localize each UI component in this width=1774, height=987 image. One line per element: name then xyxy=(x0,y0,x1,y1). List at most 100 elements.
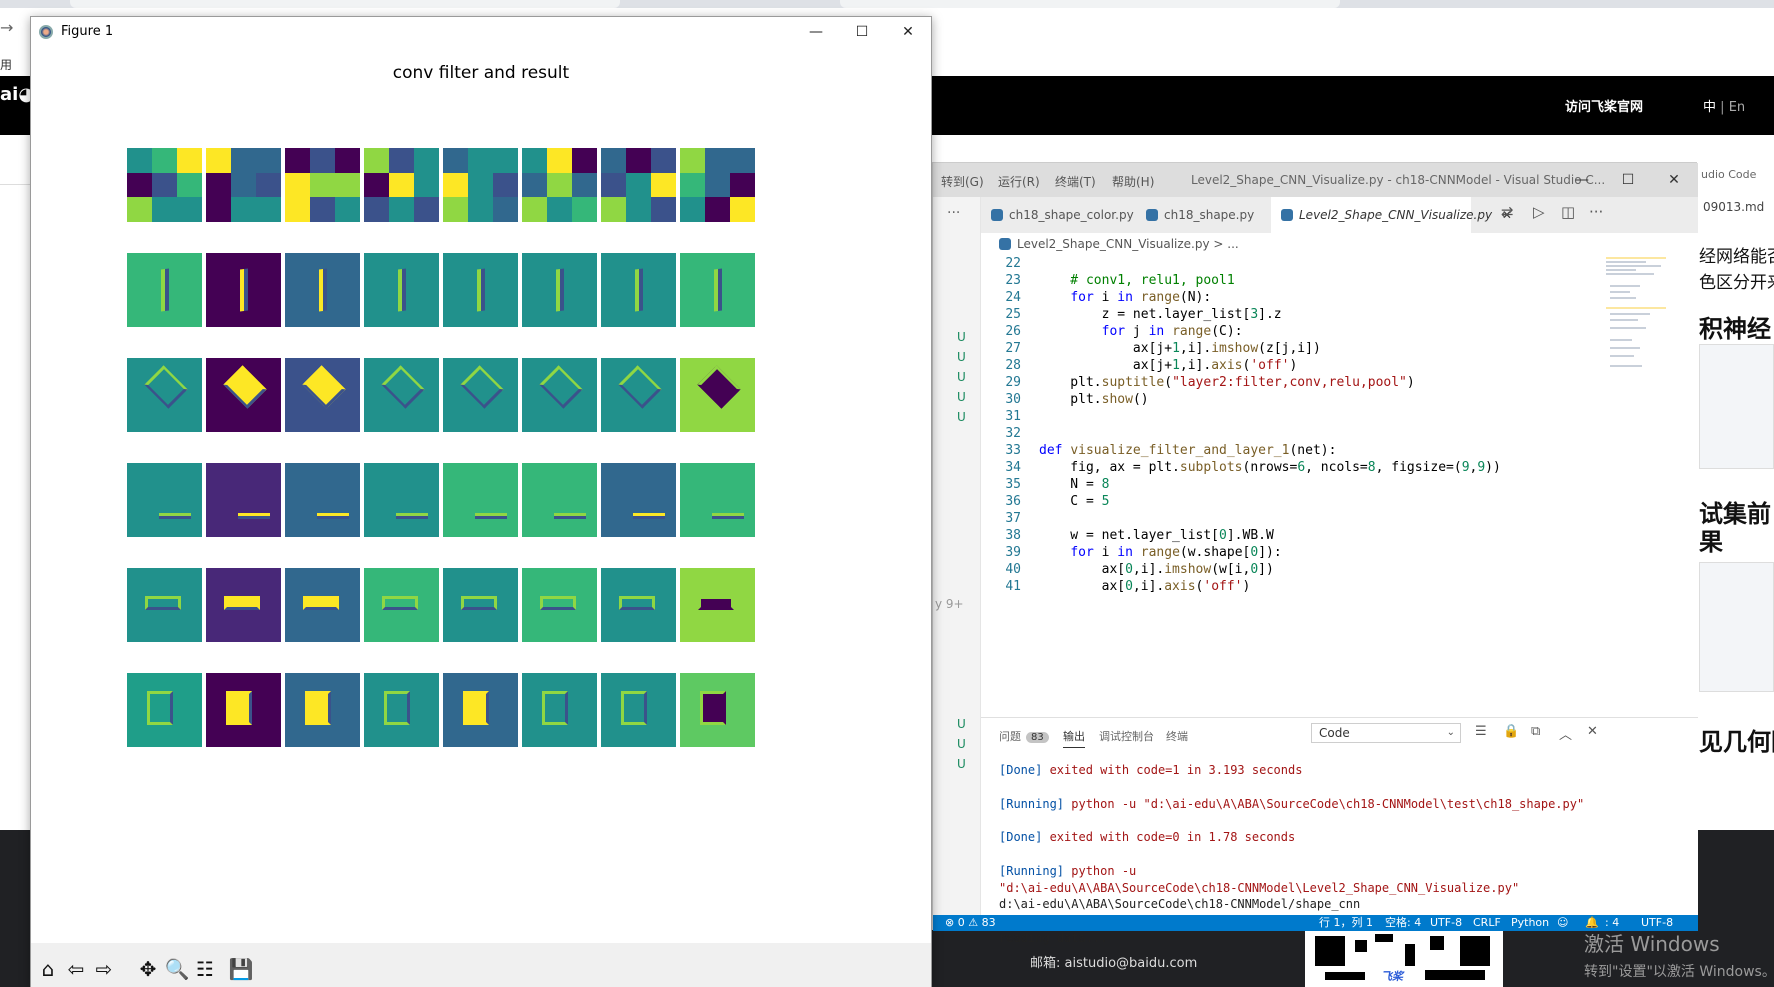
feature-map-shape xyxy=(460,365,504,409)
menu-help[interactable]: 帮助(H) xyxy=(1112,173,1154,190)
more-icon[interactable]: ··· xyxy=(1589,203,1603,221)
indentation-status[interactable]: 空格: 4 xyxy=(1385,915,1421,931)
code-line[interactable]: 31 xyxy=(981,408,1039,425)
tab-problems[interactable]: 问题 83 xyxy=(999,728,1049,744)
compare-icon[interactable]: ⇄ xyxy=(1501,203,1514,221)
encoding-status[interactable]: UTF-8 xyxy=(1430,915,1462,931)
clear-output-icon[interactable]: ⧉ xyxy=(1531,724,1540,739)
configure-icon[interactable]: ☷ xyxy=(192,956,218,982)
more-actions-icon[interactable]: ··· xyxy=(947,205,960,221)
forward-icon[interactable]: ⇨ xyxy=(91,956,117,982)
feedback-icon[interactable]: ☺ xyxy=(1557,915,1568,931)
feature-map-shape xyxy=(461,596,497,610)
code-line[interactable]: 24 for i in range(N): xyxy=(981,289,1211,306)
close-icon[interactable]: ✕ xyxy=(885,17,931,48)
code-line[interactable]: 23 # conv1, relu1, pool1 xyxy=(981,272,1234,289)
output-channel-select[interactable]: Code ⌄ xyxy=(1311,723,1461,743)
cursor-position-status[interactable]: 行 1，列 1 xyxy=(1319,915,1373,931)
code-line[interactable]: 36 C = 5 xyxy=(981,493,1109,510)
code-line[interactable]: 26 for j in range(C): xyxy=(981,323,1243,340)
python-file-icon xyxy=(991,209,1003,221)
maximize-panel-icon[interactable]: ︿ xyxy=(1559,724,1572,743)
lang-en-link[interactable]: En xyxy=(1729,100,1745,115)
close-panel-icon[interactable]: ✕ xyxy=(1587,724,1598,739)
code-line[interactable]: 40 ax[0,i].imshow(w[i,0]) xyxy=(981,561,1274,578)
indentation-status-2[interactable]: : 4 xyxy=(1605,915,1619,931)
code-line[interactable]: 34 fig, ax = plt.subplots(nrows=6, ncols… xyxy=(981,459,1500,476)
back-icon[interactable]: ⇦ xyxy=(63,956,89,982)
code-line[interactable]: 30 plt.show() xyxy=(981,391,1148,408)
untracked-badge: U xyxy=(957,390,966,404)
navigation-toolbar: ⌂ ⇦ ⇨ ✥ 🔍 ☷ 💾 xyxy=(31,943,931,987)
code-line[interactable]: 32 xyxy=(981,425,1039,442)
eol-status[interactable]: CRLF xyxy=(1473,915,1501,931)
minimize-icon[interactable]: — xyxy=(793,17,839,48)
minimize-icon[interactable]: — xyxy=(1559,163,1605,197)
code-line[interactable]: 38 w = net.layer_list[0].WB.W xyxy=(981,527,1273,544)
code-editor[interactable]: 22 23 # conv1, relu1, pool1 24 for i in ra… xyxy=(981,255,1698,717)
maximize-icon[interactable]: ☐ xyxy=(839,17,885,48)
tab-ch18-shape-color[interactable]: ch18_shape_color.py xyxy=(981,197,1134,233)
browser-tab[interactable] xyxy=(840,0,1340,8)
feature-map-shape xyxy=(147,691,173,725)
list-filter-icon[interactable]: ☰ xyxy=(1475,724,1487,739)
code-line[interactable]: 27 ax[j+1,i].imshow(z[j,i]) xyxy=(981,340,1320,357)
menu-goto[interactable]: 转到(G) xyxy=(941,173,984,190)
result-subplot xyxy=(285,253,360,327)
result-subplot xyxy=(601,253,676,327)
close-icon[interactable]: ✕ xyxy=(1651,163,1697,197)
split-editor-icon[interactable]: ◫ xyxy=(1561,203,1575,221)
menu-terminal[interactable]: 终端(T) xyxy=(1055,173,1096,190)
browser-tab[interactable] xyxy=(70,0,620,8)
visit-paddle-link[interactable]: 访问飞桨官网 xyxy=(1565,96,1643,115)
code-text: for j in range(C): xyxy=(1101,324,1243,339)
md-filename[interactable]: 09013.md xyxy=(1703,200,1764,214)
home-icon[interactable]: ⌂ xyxy=(35,956,61,982)
feature-map-shape xyxy=(240,268,248,312)
tab-output[interactable]: 输出 xyxy=(1063,728,1085,748)
lock-icon[interactable]: 🔒 xyxy=(1503,724,1519,739)
result-subplot xyxy=(443,568,518,642)
editor-tabs: ch18_shape_color.py ch18_shape.py Level2… xyxy=(981,197,1698,233)
code-line[interactable]: 37 xyxy=(981,510,1039,527)
tab-level2-visualize[interactable]: Level2_Shape_CNN_Visualize.py ✕ xyxy=(1271,197,1512,233)
code-line[interactable]: 22 xyxy=(981,255,1039,272)
bookmarks-apps[interactable]: 用 xyxy=(0,56,12,73)
line-number: 30 xyxy=(1005,392,1021,407)
tab-ch18-shape[interactable]: ch18_shape.py xyxy=(1136,197,1266,233)
pan-icon[interactable]: ✥ xyxy=(135,956,161,982)
code-text: ax[0,i].imshow(w[i,0]) xyxy=(1039,562,1274,577)
output-channel-value: Code xyxy=(1319,726,1350,740)
feature-map-shape xyxy=(463,691,489,725)
untracked-badge: U xyxy=(957,737,966,751)
figure-window: Figure 1 — ☐ ✕ conv filter and result ⌂ … xyxy=(30,16,932,987)
zoom-icon[interactable]: 🔍 xyxy=(164,956,190,982)
filter-subplot xyxy=(127,148,202,222)
code-line[interactable]: 28 ax[j+1,i].axis('off') xyxy=(981,357,1297,374)
tab-terminal[interactable]: 终端 xyxy=(1166,728,1188,744)
result-subplot xyxy=(364,463,439,537)
save-icon[interactable]: 💾 xyxy=(228,956,254,982)
minimap[interactable] xyxy=(1606,255,1672,385)
encoding-status-2[interactable]: UTF-8 xyxy=(1641,915,1673,931)
run-icon[interactable]: ▷ xyxy=(1533,203,1545,221)
code-line[interactable]: 39 for i in range(w.shape[0]): xyxy=(981,544,1281,561)
tab-debug-console[interactable]: 调试控制台 xyxy=(1099,728,1154,744)
code-line[interactable]: 41 ax[0,i].axis('off') xyxy=(981,578,1250,595)
menu-run[interactable]: 运行(R) xyxy=(998,173,1040,190)
maximize-icon[interactable]: ☐ xyxy=(1605,163,1651,197)
editor-scrollbar[interactable] xyxy=(1681,255,1695,717)
code-line[interactable]: 33 def visualize_filter_and_layer_1(net): xyxy=(981,442,1336,459)
lang-cn-link[interactable]: 中 xyxy=(1703,100,1716,115)
forward-icon[interactable]: → xyxy=(0,18,13,37)
breadcrumb[interactable]: Level2_Shape_CNN_Visualize.py > ... xyxy=(981,233,1698,255)
errors-warnings-status[interactable]: ⊗ 0 ⚠ 83 xyxy=(945,915,996,931)
language-status[interactable]: Python xyxy=(1511,915,1549,931)
code-line[interactable]: 35 N = 8 xyxy=(981,476,1109,493)
notifications-icon[interactable]: 🔔 xyxy=(1585,915,1599,931)
feature-map-shape xyxy=(302,365,346,409)
code-line[interactable]: 25 z = net.layer_list[3].z xyxy=(981,306,1281,323)
baidu-logo-icon[interactable]: ai◕ xyxy=(0,84,34,105)
result-subplot xyxy=(522,568,597,642)
code-line[interactable]: 29 plt.suptitle("layer2:filter,conv,relu… xyxy=(981,374,1414,391)
